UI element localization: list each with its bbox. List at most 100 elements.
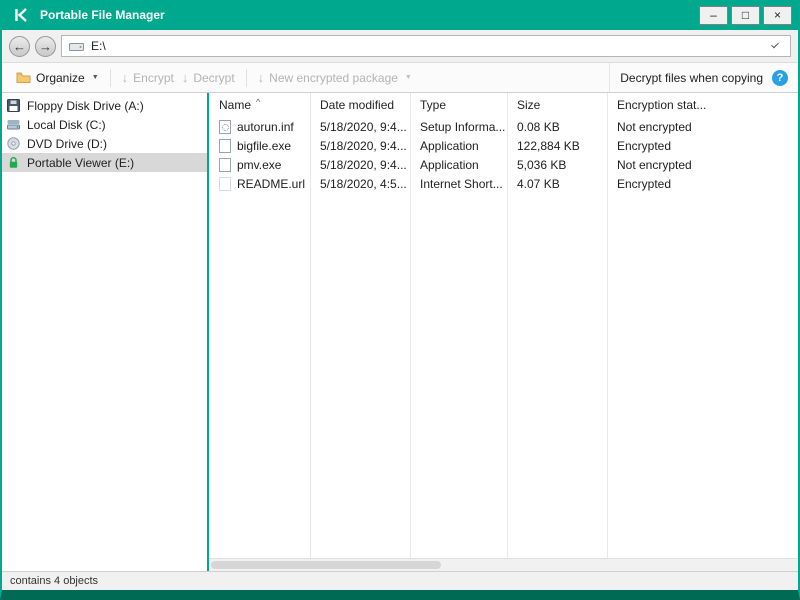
sidebar-item-floppy-drive[interactable]: Floppy Disk Drive (A:) [2,96,207,115]
file-size: 122,884 KB [517,138,580,153]
new-package-label: New encrypted package [269,70,398,85]
encrypt-arrow-icon: ↓ [121,70,129,85]
window-title: Portable File Manager [40,8,165,22]
new-package-arrow-icon: ↓ [257,70,265,85]
setup-file-icon [219,119,231,134]
file-row[interactable]: pmv.exe 5/18/2020, 9:4... Application 5,036… [209,155,798,174]
file-name-cell: bigfile.exe [209,136,310,155]
file-list-header: Name ^ Date modified Type Size Encryptio… [209,93,798,117]
column-separator [607,93,608,558]
file-date: 5/18/2020, 9:4... [320,138,407,153]
file-date: 5/18/2020, 9:4... [320,119,407,134]
minimize-icon: – [710,8,717,22]
column-separator [410,93,411,558]
file-name: autorun.inf [237,119,294,134]
column-label: Encryption stat... [617,98,707,112]
file-size: 4.07 KB [517,176,560,191]
address-dropdown-button[interactable] [767,37,783,55]
maximize-icon: □ [741,8,750,22]
column-header-date-modified[interactable]: Date modified [310,93,410,117]
organize-button[interactable]: Organize ▼ [12,71,103,85]
decrypt-when-copying-label: Decrypt files when copying [620,70,763,85]
file-encryption-status: Not encrypted [617,119,692,134]
status-text: contains 4 objects [10,575,99,587]
file-size: 0.08 KB [517,119,560,134]
toolbar-right-group: Decrypt files when copying ? [609,63,788,92]
file-type: Internet Short... [420,176,503,191]
sidebar-item-portable-viewer[interactable]: Portable Viewer (E:) [2,153,207,172]
decrypt-arrow-icon: ↓ [181,70,189,85]
file-file-icon [219,157,231,172]
file-name: bigfile.exe [237,138,292,153]
file-date: 5/18/2020, 9:4... [320,157,407,172]
file-encryption-status: Encrypted [617,138,672,153]
organize-dropdown-icon: ▼ [91,74,99,81]
sort-ascending-icon: ^ [256,96,261,107]
toolbar: Organize ▼ ↓ Encrypt ↓ Decrypt ↓ New enc… [2,63,798,93]
minimize-button[interactable]: – [699,5,728,25]
content-area: Floppy Disk Drive (A:) Local Disk (C:) D… [2,93,798,571]
maximize-button[interactable]: □ [731,5,760,25]
dvd-drive-icon [6,136,21,151]
file-date: 5/18/2020, 4:5... [320,176,407,191]
file-list-pane: Name ^ Date modified Type Size Encryptio… [209,93,798,571]
sidebar-item-dvd-drive[interactable]: DVD Drive (D:) [2,134,207,153]
column-separator [507,93,508,558]
file-row[interactable]: bigfile.exe 5/18/2020, 9:4... Application 1… [209,136,798,155]
help-glyph: ? [776,71,784,84]
decrypt-label: Decrypt [193,70,235,85]
back-button[interactable]: ← [9,35,30,57]
column-header-size[interactable]: Size [507,93,607,117]
organize-label: Organize [36,70,85,85]
encrypt-label: Encrypt [133,70,174,85]
toolbar-separator [109,68,111,87]
file-name-cell: README.url [209,174,310,193]
file-file-icon [219,138,231,153]
encrypt-button[interactable]: ↓ Encrypt [118,71,178,85]
column-label: Name [219,98,252,112]
column-separator [310,93,311,558]
file-name: README.url [237,176,306,191]
address-bar[interactable] [61,35,791,57]
help-icon[interactable]: ? [772,69,788,86]
horizontal-scrollbar[interactable] [209,558,798,571]
close-button[interactable]: × [763,5,792,25]
horizontal-scrollbar-thumb[interactable] [211,561,441,569]
file-list-rows: autorun.inf 5/18/2020, 9:4... Setup Inform… [209,117,798,193]
sidebar-item-label: Portable Viewer (E:) [27,155,135,170]
column-label: Date modified [320,98,395,112]
column-header-type[interactable]: Type [410,93,507,117]
new-encrypted-package-button[interactable]: ↓ New encrypted package ▼ [254,71,416,85]
drive-tree-sidebar: Floppy Disk Drive (A:) Local Disk (C:) D… [2,93,207,571]
column-header-encryption-status[interactable]: Encryption stat... [607,93,798,117]
sidebar-item-label: DVD Drive (D:) [27,136,107,151]
file-encryption-status: Not encrypted [617,157,692,172]
chevron-down-icon [771,40,779,48]
folder-icon [16,71,31,84]
file-row[interactable]: README.url 5/18/2020, 4:5... Internet Shor… [209,174,798,193]
address-input[interactable] [91,39,760,53]
new-package-dropdown-icon: ▼ [404,74,412,81]
file-encryption-status: Encrypted [617,176,672,191]
sidebar-item-local-disk[interactable]: Local Disk (C:) [2,115,207,134]
file-name: pmv.exe [237,157,282,172]
window-controls: – □ × [696,5,792,25]
file-size: 5,036 KB [517,157,567,172]
forward-button[interactable]: → [35,35,56,57]
close-icon: × [773,8,781,22]
floppy-drive-icon [6,98,21,113]
forward-icon: → [39,38,52,54]
portable-file-manager-window: Portable File Manager – □ × ← → E:\ Orga… [0,0,800,600]
sidebar-item-label: Floppy Disk Drive (A:) [27,98,144,113]
lock-icon [6,155,21,170]
file-type: Application [420,157,479,172]
status-bar: contains 4 objects [2,571,798,590]
navigation-bar: ← → [2,30,798,63]
column-label: Type [420,98,447,112]
decrypt-button[interactable]: ↓ Decrypt [178,71,239,85]
file-row[interactable]: autorun.inf 5/18/2020, 9:4... Setup Inform… [209,117,798,136]
column-header-name[interactable]: Name ^ [209,93,310,117]
back-icon: ← [13,38,26,54]
titlebar: Portable File Manager – □ × [2,0,798,30]
file-type: Application [420,138,479,153]
